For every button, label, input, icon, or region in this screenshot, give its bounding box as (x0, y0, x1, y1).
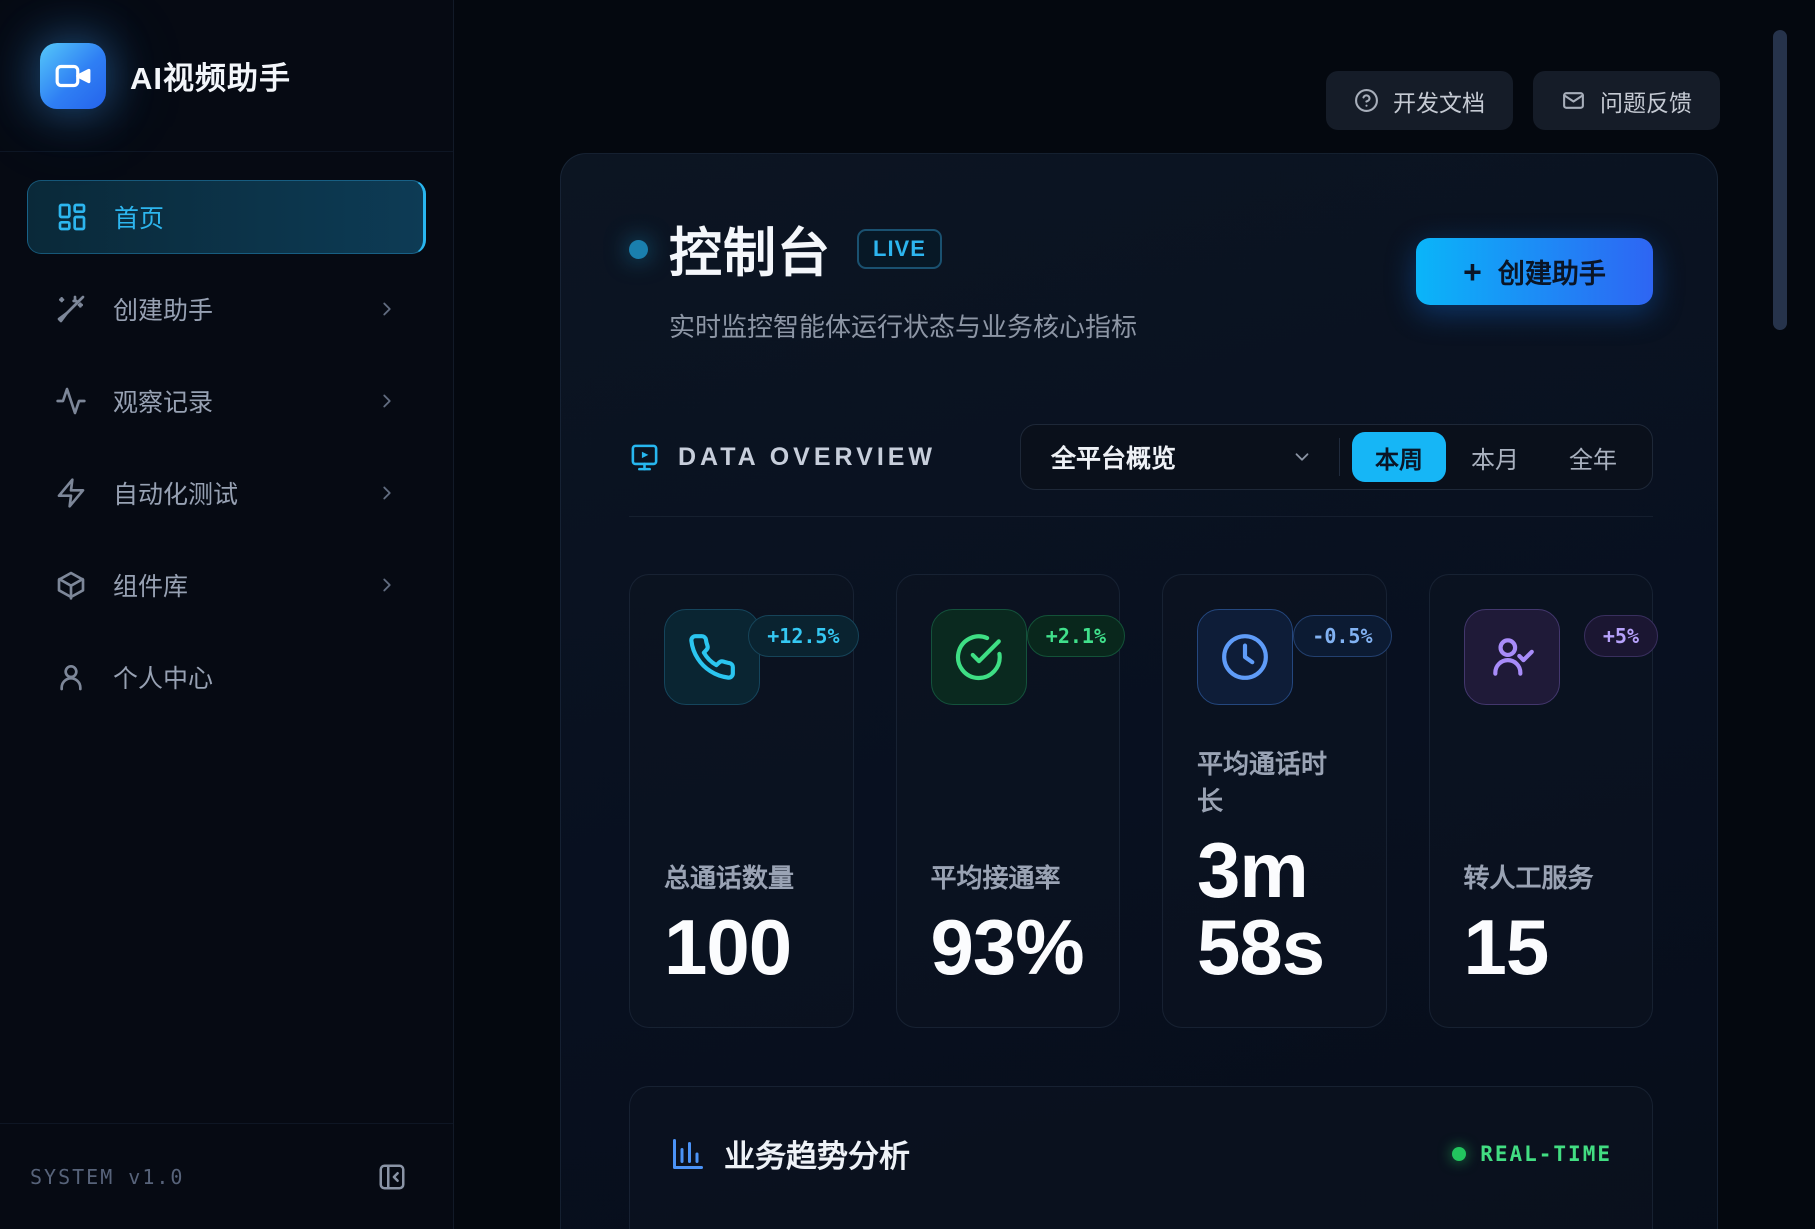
data-overview-row: DATA OVERVIEW 全平台概览 本周 本月 全年 (629, 424, 1653, 517)
vertical-scrollbar-thumb[interactable] (1773, 30, 1787, 330)
user-check-icon (1464, 609, 1560, 705)
wand-icon (55, 293, 87, 325)
trend-badge: +12.5% (748, 615, 858, 657)
overview-filter-bar: 全平台概览 本周 本月 全年 (1020, 424, 1653, 490)
cube-icon (55, 569, 87, 601)
live-badge: LIVE (857, 229, 942, 269)
stat-label: 平均接通率 (931, 858, 1086, 895)
sidebar-item-component-library[interactable]: 组件库 (27, 548, 426, 622)
stat-card-answer-rate: +2.1% 平均接通率 93% (896, 574, 1121, 1028)
stat-cards: +12.5% 总通话数量 100 +2.1% 平均接通率 93% (629, 574, 1653, 1028)
console-panel: 控制台 LIVE 实时监控智能体运行状态与业务核心指标 + 创建助手 DATA … (560, 153, 1718, 1229)
check-circle-icon (931, 609, 1027, 705)
sidebar-item-label: 首页 (114, 199, 164, 235)
realtime-status: REAL-TIME (1452, 1142, 1612, 1166)
trend-analysis-card: 业务趋势分析 REAL-TIME (629, 1086, 1653, 1229)
trend-badge: +2.1% (1027, 615, 1125, 657)
topbar: 开发文档 问题反馈 (1326, 71, 1720, 130)
sidebar-collapse-button[interactable] (377, 1162, 407, 1192)
trend-badge: -0.5% (1293, 615, 1391, 657)
status-dot (629, 240, 648, 259)
sidebar-item-create-assistant[interactable]: 创建助手 (27, 272, 426, 346)
sidebar-item-automation-test[interactable]: 自动化测试 (27, 456, 426, 530)
monitor-play-icon (629, 442, 660, 473)
activity-icon (55, 385, 87, 417)
sidebar-item-label: 个人中心 (113, 659, 213, 695)
video-camera-icon (54, 57, 92, 95)
platform-filter-select[interactable]: 全平台概览 (1051, 439, 1176, 475)
sidebar-item-observation-log[interactable]: 观察记录 (27, 364, 426, 438)
main-area: 开发文档 问题反馈 控制台 LIVE 实时监控智能体运行状态与业务核心指标 + … (454, 0, 1815, 1229)
feedback-button[interactable]: 问题反馈 (1533, 71, 1720, 130)
sidebar-item-label: 观察记录 (113, 383, 213, 419)
create-assistant-button[interactable]: + 创建助手 (1416, 238, 1653, 305)
chevron-right-icon (376, 298, 398, 320)
page-subtitle: 实时监控智能体运行状态与业务核心指标 (669, 307, 1653, 344)
feedback-label: 问题反馈 (1600, 84, 1692, 118)
clock-icon (1197, 609, 1293, 705)
stat-label: 转人工服务 (1464, 858, 1619, 895)
bar-chart-icon (670, 1136, 706, 1172)
sidebar: AI视频助手 首页 创建助手 (0, 0, 454, 1229)
user-icon (55, 661, 87, 693)
trend-badge: +5% (1584, 615, 1658, 657)
stat-label: 总通话数量 (664, 858, 819, 895)
brand: AI视频助手 (0, 0, 453, 152)
create-assistant-label: 创建助手 (1498, 252, 1606, 291)
sidebar-footer: SYSTEM v1.0 (0, 1123, 453, 1229)
dev-docs-button[interactable]: 开发文档 (1326, 71, 1513, 130)
app-title: AI视频助手 (130, 53, 291, 98)
trend-title: 业务趋势分析 (724, 1131, 910, 1176)
chevron-right-icon (376, 482, 398, 504)
stat-card-total-calls: +12.5% 总通话数量 100 (629, 574, 854, 1028)
stat-label: 平均通话时长 (1197, 744, 1352, 818)
app-logo (40, 43, 106, 109)
section-label: DATA OVERVIEW (678, 443, 936, 472)
stat-card-avg-duration: -0.5% 平均通话时长 3m 58s (1162, 574, 1387, 1028)
page-title: 控制台 (669, 211, 831, 287)
console-header: 控制台 LIVE 实时监控智能体运行状态与业务核心指标 + 创建助手 (629, 211, 1653, 344)
tab-this-week[interactable]: 本周 (1352, 432, 1446, 482)
mail-icon (1561, 88, 1586, 113)
phone-icon (664, 609, 760, 705)
dev-docs-label: 开发文档 (1393, 84, 1485, 118)
tab-this-year[interactable]: 全年 (1544, 432, 1642, 482)
divider (1339, 438, 1340, 476)
green-dot-icon (1452, 1147, 1466, 1161)
system-version: SYSTEM v1.0 (30, 1165, 184, 1189)
chevron-down-icon[interactable] (1291, 446, 1313, 468)
help-circle-icon (1354, 88, 1379, 113)
chevron-right-icon (376, 390, 398, 412)
stat-card-human-transfer: +5% 转人工服务 15 (1429, 574, 1654, 1028)
stat-value: 100 (664, 909, 819, 985)
stat-value: 3m 58s (1197, 832, 1352, 985)
sidebar-item-label: 组件库 (113, 567, 188, 603)
dashboard-icon (56, 201, 88, 233)
chevron-right-icon (376, 574, 398, 596)
time-range-tabs: 本周 本月 全年 (1352, 432, 1652, 482)
sidebar-item-profile[interactable]: 个人中心 (27, 640, 426, 714)
plus-icon: + (1463, 256, 1482, 288)
stat-value: 15 (1464, 909, 1619, 985)
stat-value: 93% (931, 909, 1086, 985)
zap-icon (55, 477, 87, 509)
sidebar-item-label: 创建助手 (113, 291, 213, 327)
panel-collapse-icon (377, 1162, 407, 1192)
realtime-label: REAL-TIME (1480, 1142, 1612, 1166)
sidebar-nav: 首页 创建助手 观察记录 (0, 152, 453, 760)
sidebar-item-label: 自动化测试 (113, 475, 238, 511)
sidebar-item-home[interactable]: 首页 (27, 180, 426, 254)
tab-this-month[interactable]: 本月 (1446, 432, 1544, 482)
